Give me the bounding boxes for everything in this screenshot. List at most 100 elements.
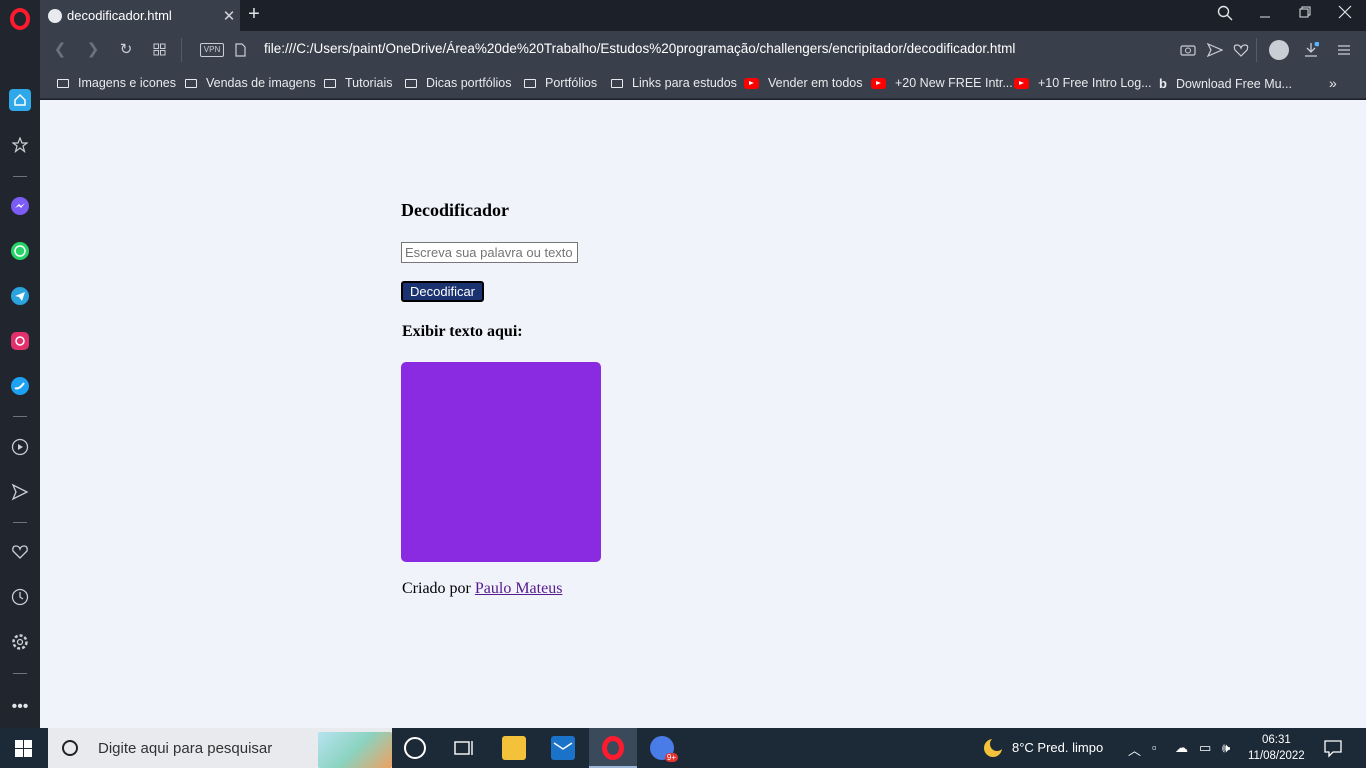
search-icon	[62, 740, 78, 756]
history-icon[interactable]	[9, 586, 31, 608]
messenger-icon[interactable]	[9, 195, 31, 217]
youtube-icon	[1014, 77, 1029, 89]
search-highlight-illustration	[318, 732, 392, 768]
windows-start-icon[interactable]	[15, 740, 33, 757]
new-tab-plus-icon[interactable]: +	[243, 3, 265, 26]
page-viewport: Decodificador Decodificar Exibir texto a…	[40, 100, 1366, 728]
decode-button[interactable]: Decodificar	[401, 281, 484, 302]
notifications-icon[interactable]	[1323, 738, 1343, 761]
folder-icon	[611, 78, 623, 88]
tab-close-icon[interactable]: ✕	[218, 7, 240, 25]
twitter-icon[interactable]	[9, 375, 31, 397]
restore-icon[interactable]	[1293, 5, 1317, 25]
profile-avatar-icon[interactable]	[1269, 40, 1289, 60]
bookmark-folder[interactable]: Vendas de imagens	[185, 76, 316, 90]
send-flow-icon[interactable]	[1204, 40, 1226, 60]
task-view-icon[interactable]	[452, 736, 476, 760]
clock-time: 06:31	[1261, 734, 1291, 746]
bookmark-label: Download Free Mu...	[1175, 76, 1292, 91]
folder-icon	[57, 78, 69, 88]
download-icon[interactable]	[1300, 40, 1322, 60]
back-icon[interactable]: ❮	[49, 40, 71, 60]
close-window-icon[interactable]	[1333, 5, 1357, 25]
bookmark-folder[interactable]: Portfólios	[524, 76, 597, 90]
home-icon[interactable]	[9, 89, 31, 111]
onedrive-cloud-icon[interactable]: ☁	[1175, 740, 1188, 756]
opera-icon	[602, 736, 624, 760]
bookmark-link[interactable]: b Download Free Mu...	[1159, 76, 1292, 91]
tabs-grid-icon[interactable]	[148, 40, 170, 60]
chevron-double-right-icon[interactable]: »	[1329, 75, 1337, 91]
bookmark-link[interactable]: Vender em todos	[744, 76, 863, 90]
bookmark-label: Imagens e icones	[78, 76, 176, 90]
bookmark-folder[interactable]: Links para estudos	[611, 76, 737, 90]
tray-chevron-up-icon[interactable]: ︿	[1128, 740, 1141, 759]
opera-logo-icon[interactable]	[10, 8, 30, 30]
folder-icon	[324, 78, 336, 88]
opera-taskbar-active[interactable]	[589, 728, 637, 768]
bing-icon: b	[1159, 76, 1167, 91]
bookmark-folder[interactable]: Imagens e icones	[57, 76, 176, 90]
clock[interactable]: 06:31 11/08/2022	[1248, 732, 1305, 764]
more-icon[interactable]: •••	[9, 696, 31, 718]
folder-icon	[185, 78, 197, 88]
send-icon[interactable]	[9, 481, 31, 503]
search-placeholder: Digite aqui para pesquisar	[98, 739, 273, 757]
author-link[interactable]: Paulo Mateus	[475, 580, 563, 597]
mail-icon[interactable]	[551, 736, 575, 760]
bookmark-link[interactable]: +10 Free Intro Log...	[1014, 76, 1152, 90]
camera-snapshot-icon[interactable]	[1177, 40, 1199, 60]
bookmark-heart-icon[interactable]	[1230, 40, 1252, 60]
sidebar-divider	[13, 522, 27, 523]
settings-gear-icon[interactable]	[9, 631, 31, 653]
bookmark-label: +20 New FREE Intr...	[895, 76, 1013, 90]
credit-line: Criado por Paulo Mateus	[402, 580, 562, 598]
taskbar-search[interactable]: Digite aqui para pesquisar	[48, 728, 392, 768]
player-icon[interactable]	[9, 436, 31, 458]
cortana-icon[interactable]	[404, 737, 426, 759]
search-tabs-icon[interactable]	[1213, 5, 1237, 25]
speed-dial-icon[interactable]	[9, 134, 31, 156]
folder-icon	[405, 78, 417, 88]
text-input[interactable]	[401, 242, 578, 263]
instagram-icon[interactable]	[9, 330, 31, 352]
bookmark-link[interactable]: +20 New FREE Intr...	[871, 76, 1013, 90]
output-box	[401, 362, 601, 562]
bookmark-folder[interactable]: Dicas portfólios	[405, 76, 511, 90]
tab-title: decodificador.html	[67, 8, 172, 23]
sidebar-divider	[13, 176, 27, 177]
bookmark-label: Vender em todos	[768, 76, 863, 90]
bookmarks-bar: Imagens e icones Vendas de imagens Tutor…	[40, 69, 1366, 99]
bookmark-label: Links para estudos	[632, 76, 737, 90]
bookmark-label: Dicas portfólios	[426, 76, 512, 90]
weather-text[interactable]: 8°C Pred. limpo	[1012, 740, 1103, 755]
bookmark-folder[interactable]: Tutoriais	[324, 76, 392, 90]
bookmark-label: Vendas de imagens	[206, 76, 316, 90]
bookmark-label: +10 Free Intro Log...	[1038, 76, 1152, 90]
chat-app-icon[interactable]: 9+	[650, 736, 678, 762]
address-bar-row: ❮ ❯ ↻ VPN file:///C:/Users/paint/OneDriv…	[40, 31, 1366, 69]
meet-now-icon[interactable]: ▫	[1152, 740, 1157, 755]
sidebar-divider	[13, 673, 27, 674]
toolbar-divider	[181, 38, 182, 62]
reload-icon[interactable]: ↻	[115, 40, 137, 60]
opera-sidebar: •••	[0, 0, 40, 728]
clock-date: 11/08/2022	[1248, 750, 1305, 762]
network-icon[interactable]: ▭	[1199, 740, 1211, 756]
url-field[interactable]: file:///C:/Users/paint/OneDrive/Área%20d…	[264, 41, 1015, 56]
tab-bar: decodificador.html ✕ +	[40, 0, 1366, 31]
forward-icon[interactable]: ❯	[82, 40, 104, 60]
easy-setup-menu-icon[interactable]	[1333, 40, 1355, 60]
file-page-icon[interactable]	[229, 40, 251, 60]
vpn-badge[interactable]: VPN	[200, 43, 224, 57]
weather-moon-icon[interactable]	[981, 736, 1005, 763]
heart-icon[interactable]	[9, 541, 31, 563]
youtube-icon	[871, 77, 886, 89]
telegram-icon[interactable]	[9, 285, 31, 307]
volume-icon[interactable]: 🕪	[1222, 740, 1230, 756]
file-explorer-icon[interactable]	[502, 736, 526, 760]
windows-taskbar: Digite aqui para pesquisar 9+ 8°C Pred. …	[0, 728, 1366, 768]
whatsapp-icon[interactable]	[9, 240, 31, 262]
tab-active[interactable]: decodificador.html ✕	[40, 0, 240, 31]
minimize-icon[interactable]	[1253, 5, 1277, 25]
